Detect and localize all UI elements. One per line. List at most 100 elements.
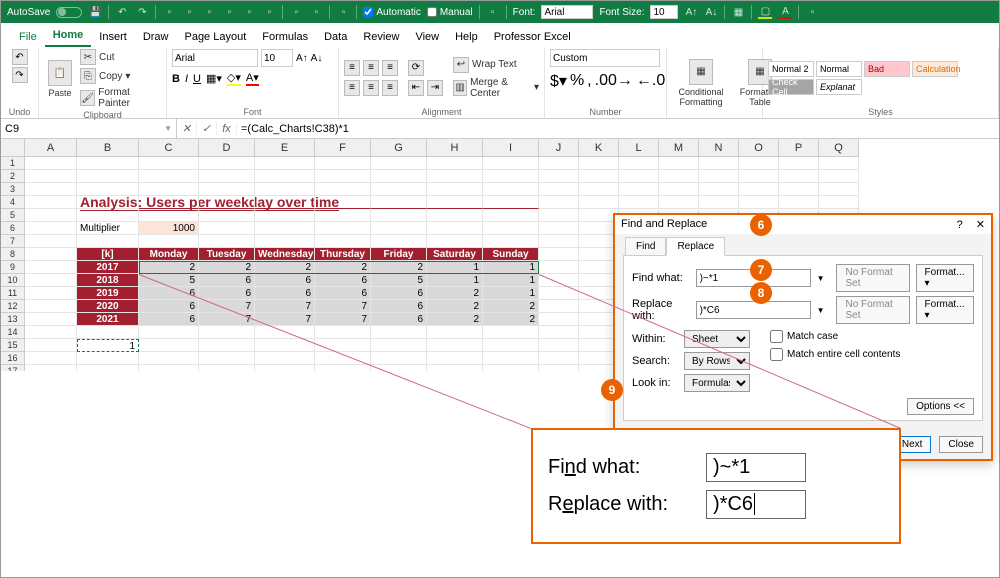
cell[interactable]	[539, 313, 579, 326]
cell[interactable]	[25, 300, 77, 313]
cell[interactable]: 2020	[77, 300, 139, 313]
qat-icon-generic[interactable]: ▫	[162, 5, 176, 19]
cell[interactable]: 2	[371, 261, 427, 274]
cell[interactable]: Monday	[139, 248, 199, 261]
cell[interactable]	[579, 183, 619, 196]
cell[interactable]	[819, 183, 859, 196]
qat-icon-generic[interactable]: ▫	[242, 5, 256, 19]
cell[interactable]	[427, 170, 483, 183]
cell[interactable]	[371, 352, 427, 365]
cell[interactable]	[699, 196, 739, 209]
conditional-formatting-button[interactable]: ▦ Conditional Formatting	[672, 57, 730, 109]
cell[interactable]: 6	[199, 287, 255, 300]
cell[interactable]	[659, 157, 699, 170]
align-middle-icon[interactable]: ≡	[363, 60, 379, 76]
column-header[interactable]: E	[255, 139, 315, 157]
tab-view[interactable]: View	[407, 27, 447, 47]
cell[interactable]	[539, 209, 579, 222]
cell[interactable]	[139, 196, 199, 209]
cell[interactable]	[315, 235, 371, 248]
row-header[interactable]: 10	[1, 274, 25, 287]
cell[interactable]: 6	[315, 287, 371, 300]
cell[interactable]	[539, 157, 579, 170]
cell[interactable]	[25, 157, 77, 170]
cell[interactable]	[739, 170, 779, 183]
cell[interactable]	[779, 157, 819, 170]
cell[interactable]	[25, 365, 77, 371]
cell[interactable]	[539, 365, 579, 371]
cell[interactable]	[199, 157, 255, 170]
column-header[interactable]: J	[539, 139, 579, 157]
row-header[interactable]: 16	[1, 352, 25, 365]
cell[interactable]	[255, 196, 315, 209]
cell[interactable]	[739, 157, 779, 170]
column-header[interactable]: K	[579, 139, 619, 157]
cell[interactable]: 2	[139, 261, 199, 274]
cell[interactable]	[25, 261, 77, 274]
row-header[interactable]: 17	[1, 365, 25, 371]
comma-button[interactable]: ,	[587, 72, 591, 90]
cell[interactable]	[819, 196, 859, 209]
autosave-toggle[interactable]	[56, 7, 82, 18]
italic-button[interactable]: I	[185, 73, 188, 85]
align-right-icon[interactable]: ≡	[382, 80, 398, 96]
cell[interactable]	[371, 222, 427, 235]
tab-professor-excel[interactable]: Professor Excel	[486, 27, 579, 47]
cell[interactable]	[255, 352, 315, 365]
cell[interactable]	[619, 170, 659, 183]
borders-button[interactable]: ▦▾	[206, 72, 222, 85]
cell[interactable]	[315, 209, 371, 222]
increase-decimal-button[interactable]: .00→	[595, 72, 633, 90]
cell[interactable]	[315, 326, 371, 339]
cell[interactable]	[579, 170, 619, 183]
cell[interactable]	[699, 183, 739, 196]
cell[interactable]	[77, 209, 139, 222]
undo-icon[interactable]: ↶	[115, 5, 129, 19]
cell[interactable]	[255, 365, 315, 371]
row-header[interactable]: 4	[1, 196, 25, 209]
cell[interactable]: Friday	[371, 248, 427, 261]
cell[interactable]	[371, 326, 427, 339]
column-header[interactable]: Q	[819, 139, 859, 157]
row-header[interactable]: 5	[1, 209, 25, 222]
style-calculation[interactable]: Calculation	[912, 61, 958, 77]
cell[interactable]: Saturday	[427, 248, 483, 261]
lookin-select[interactable]: Formulas	[684, 374, 750, 392]
cell[interactable]: Analysis: Users per weekday over time	[77, 196, 139, 209]
qat-font-input[interactable]	[541, 5, 593, 19]
cell[interactable]: 2	[199, 261, 255, 274]
cell[interactable]: 1	[427, 274, 483, 287]
select-all-corner[interactable]	[1, 139, 25, 157]
cell[interactable]	[483, 222, 539, 235]
increase-font-icon[interactable]: A↑	[684, 5, 698, 19]
cell[interactable]: 1	[483, 287, 539, 300]
cell[interactable]	[739, 196, 779, 209]
cell[interactable]: 2	[483, 300, 539, 313]
cell[interactable]	[25, 196, 77, 209]
qat-icon-generic[interactable]: ▫	[262, 5, 276, 19]
cell[interactable]: 6	[371, 300, 427, 313]
qat-icon-generic[interactable]: ▫	[182, 5, 196, 19]
cell[interactable]: 6	[139, 313, 199, 326]
cell[interactable]	[483, 196, 539, 209]
cell[interactable]: 2017	[77, 261, 139, 274]
cell[interactable]	[427, 235, 483, 248]
cell[interactable]: 6	[371, 287, 427, 300]
cell[interactable]: 2	[255, 261, 315, 274]
cell[interactable]	[483, 183, 539, 196]
cell[interactable]: 2018	[77, 274, 139, 287]
tab-page-layout[interactable]: Page Layout	[176, 27, 254, 47]
style-explanatory[interactable]: Explanat	[816, 79, 862, 95]
increase-font-icon[interactable]: A↑	[296, 53, 308, 64]
cell[interactable]: Wednesday	[255, 248, 315, 261]
cell[interactable]	[315, 170, 371, 183]
borders-icon[interactable]: ▦	[731, 5, 745, 19]
qat-icon-generic[interactable]: ▫	[309, 5, 323, 19]
decrease-font-icon[interactable]: A↓	[704, 5, 718, 19]
font-color-button[interactable]: A▾	[246, 71, 259, 86]
cell[interactable]	[427, 339, 483, 352]
cell[interactable]	[139, 235, 199, 248]
cell[interactable]: 1	[427, 261, 483, 274]
tab-replace[interactable]: Replace	[666, 237, 725, 256]
column-header[interactable]: P	[779, 139, 819, 157]
